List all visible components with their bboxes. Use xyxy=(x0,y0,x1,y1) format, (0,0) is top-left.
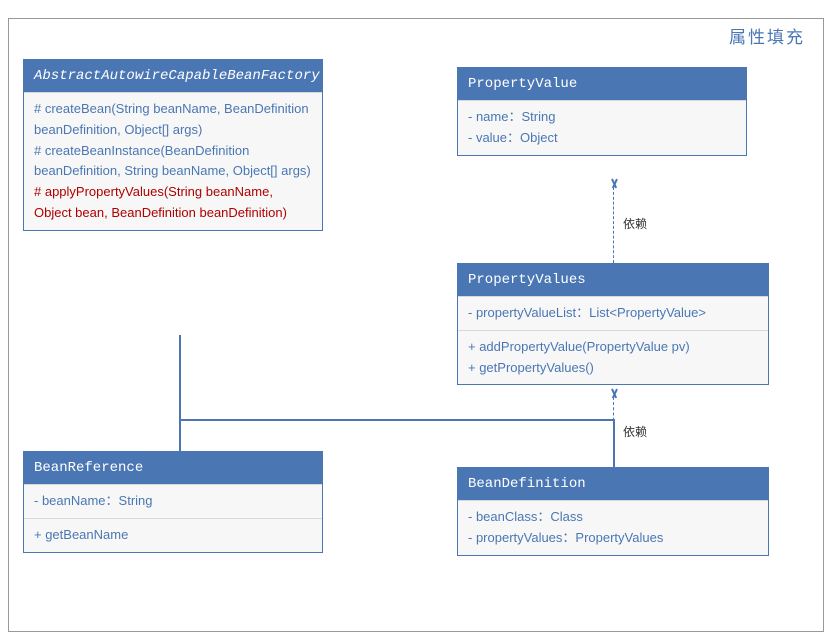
dependency-line xyxy=(613,397,614,467)
dependency-label: 依赖 xyxy=(621,423,649,440)
field-propertyValueList: - propertyValueList：List<PropertyValue> xyxy=(468,303,758,324)
class-property-value: PropertyValue - name：String - value：Obje… xyxy=(457,67,747,156)
diagram-title: 属性填充 xyxy=(729,23,805,48)
arrowhead-icon xyxy=(610,179,618,187)
class-methods: + getBeanName xyxy=(24,518,322,552)
class-fields: - name：String - value：Object xyxy=(458,100,746,155)
class-methods: # createBean(String beanName, BeanDefini… xyxy=(24,92,322,230)
field-propertyValues: - propertyValues：PropertyValues xyxy=(468,528,758,549)
connector-line xyxy=(179,419,181,451)
class-methods: + addPropertyValue(PropertyValue pv) + g… xyxy=(458,330,768,385)
method-createBean: # createBean(String beanName, BeanDefini… xyxy=(34,99,312,141)
dependency-label: 依赖 xyxy=(621,215,649,232)
method-getBeanName: + getBeanName xyxy=(34,525,312,546)
method-applyPropertyValues: # applyPropertyValues(String beanName, O… xyxy=(34,182,312,224)
class-fields: - beanClass：Class - propertyValues：Prope… xyxy=(458,500,768,555)
class-title: PropertyValue xyxy=(458,68,746,100)
arrowhead-icon xyxy=(610,389,618,397)
class-fields: - beanName：String xyxy=(24,484,322,518)
class-fields: - propertyValueList：List<PropertyValue> xyxy=(458,296,768,330)
method-getPropertyValues: + getPropertyValues() xyxy=(468,358,758,379)
field-beanName: - beanName：String xyxy=(34,491,312,512)
diagram-frame: 属性填充 AbstractAutowireCapableBeanFactory … xyxy=(8,18,824,632)
class-title: AbstractAutowireCapableBeanFactory xyxy=(24,60,322,92)
field-name: - name：String xyxy=(468,107,736,128)
class-abstract-autowire-capable-bean-factory: AbstractAutowireCapableBeanFactory # cre… xyxy=(23,59,323,231)
class-title: BeanReference xyxy=(24,452,322,484)
dependency-line xyxy=(613,187,614,263)
method-addPropertyValue: + addPropertyValue(PropertyValue pv) xyxy=(468,337,758,358)
class-bean-reference: BeanReference - beanName：String + getBea… xyxy=(23,451,323,553)
field-value: - value：Object xyxy=(468,128,736,149)
connector-line xyxy=(179,335,181,419)
class-bean-definition: BeanDefinition - beanClass：Class - prope… xyxy=(457,467,769,556)
class-title: BeanDefinition xyxy=(458,468,768,500)
class-property-values: PropertyValues - propertyValueList：List<… xyxy=(457,263,769,385)
connector-line xyxy=(179,419,614,421)
class-title: PropertyValues xyxy=(458,264,768,296)
field-beanClass: - beanClass：Class xyxy=(468,507,758,528)
method-createBeanInstance: # createBeanInstance(BeanDefinition bean… xyxy=(34,141,312,183)
